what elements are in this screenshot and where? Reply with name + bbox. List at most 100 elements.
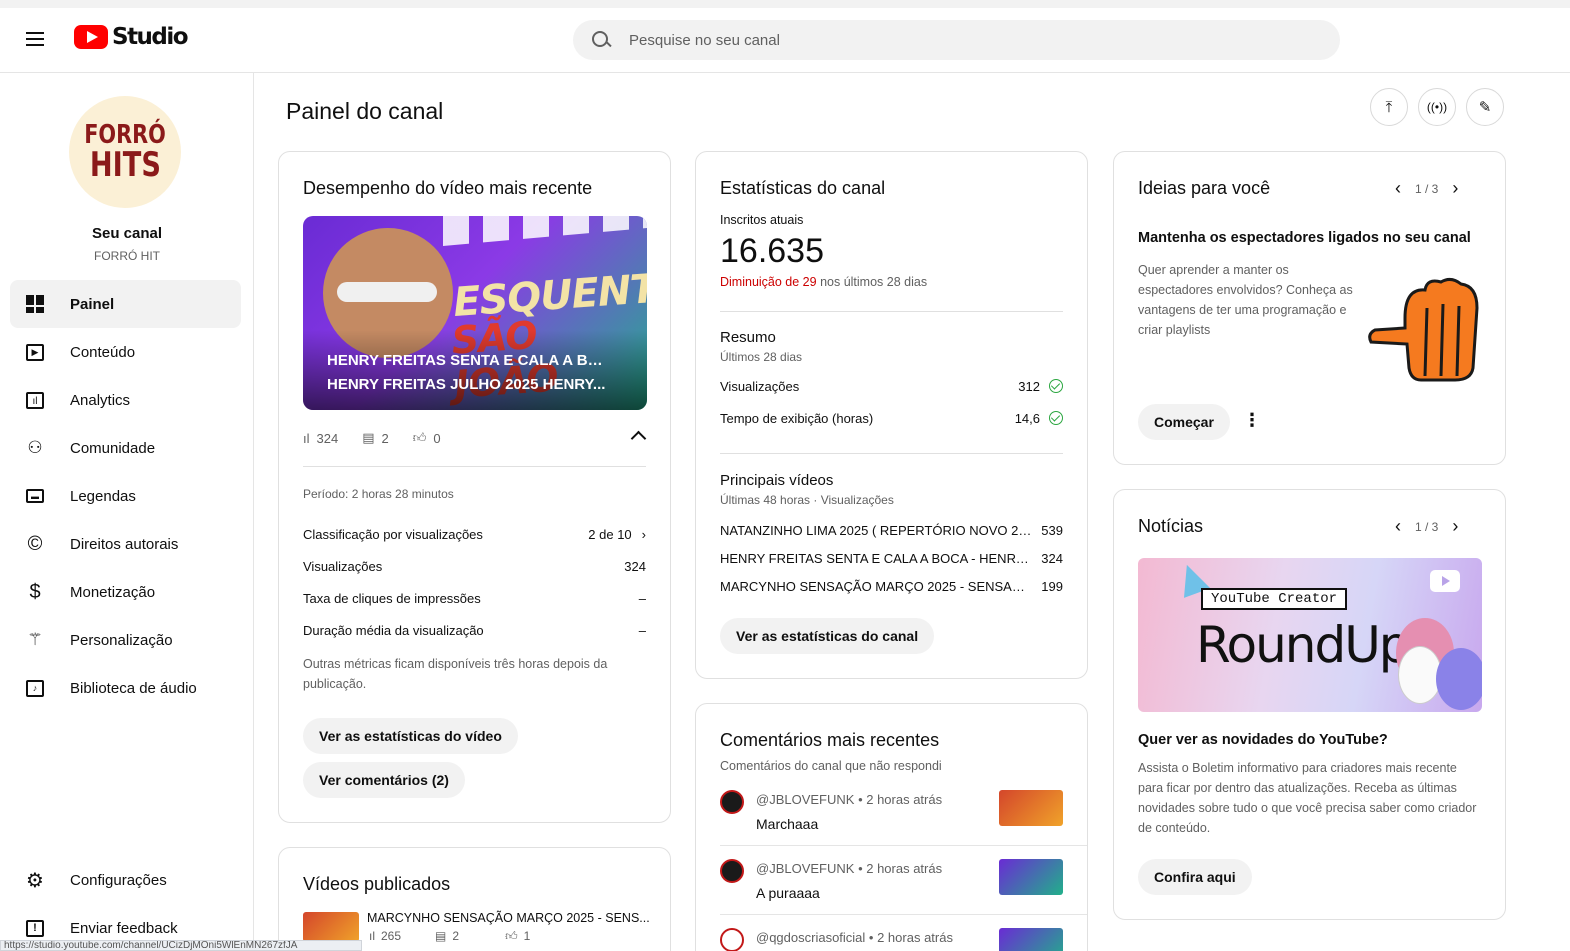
subtitles-icon: ▬ [23,484,47,508]
logo-text: Studio [112,24,189,50]
comment-item[interactable]: @qgdoscriasoficial • 2 horas atrás [720,928,1063,951]
views-count: 324 [316,430,339,446]
magic-wand-icon: ⚚ [27,630,43,649]
chevron-right-icon[interactable]: › [1452,178,1458,199]
search-icon[interactable] [591,30,611,50]
top-videos-subtitle: Últimas 48 horas · Visualizações [720,493,894,507]
video-thumbnail[interactable] [303,912,359,942]
views-icon: ıl [369,929,375,943]
ranking-row[interactable]: Classificação por visualizações 2 de 10 › [303,527,646,542]
top-video-row[interactable]: HENRY FREITAS SENTA E CALA A BOCA - HENR… [720,551,1063,566]
top-video-views: 199 [1041,579,1063,594]
more-options-icon[interactable]: ⋮ [1243,410,1261,431]
summary-subtitle: Últimos 28 dias [720,350,803,364]
metric-label: Visualizações [303,559,383,574]
sidebar-item-label: Legendas [70,487,136,505]
comment-item[interactable]: @JBLOVEFUNK • 2 horas atrás Marchaaa [720,790,1063,850]
comments-count: 2 [381,430,389,446]
audio-library-icon: ♪ [23,676,47,700]
ideas-pager: ‹ 1 / 3 › [1395,178,1458,199]
pager-count: 1 / 3 [1415,519,1439,534]
sidebar-item-legendas[interactable]: ▬ Legendas [10,472,241,520]
news-pager: ‹ 1 / 3 › [1395,516,1458,537]
note-text: Outras métricas ficam disponíveis três h… [303,657,608,691]
status-bar-url: https://studio.youtube.com/channel/UCizD… [0,940,362,951]
change-value: Diminuição de 29 [720,275,817,289]
comments-subtitle: Comentários do canal que não respondi [720,759,942,773]
chevron-up-icon[interactable] [630,430,647,447]
sidebar-item-label: Configurações [70,871,167,889]
subscribers-label: Inscritos atuais [720,213,804,227]
comment-icon: ▤ [435,929,447,943]
published-video-stats: ıl 265 ▤ 2 👍︎ 1 [369,929,530,944]
news-body: Assista o Boletim informativo para criad… [1138,761,1477,835]
published-video-title[interactable]: MARCYNHO SENSAÇÃO MARÇO 2025 - SENS... [367,911,650,925]
divider [720,311,1063,312]
create-post-button[interactable]: ✎ [1466,88,1504,126]
youtube-play-icon [74,25,108,49]
metric-label: Tempo de exibição (horas) [720,411,874,426]
menu-icon[interactable] [22,28,50,52]
comment-meta: @qgdoscriasoficial • 2 horas atrás [756,930,953,945]
news-banner-image[interactable]: YouTube Creator RoundUp [1138,558,1482,712]
avatar [720,928,744,951]
sidebar-item-analytics[interactable]: ıl Analytics [10,376,241,424]
card-title: Vídeos publicados [303,874,451,894]
video-thumbnail[interactable]: ESQUENTA SÃO JOÃO HENRY FREITAS SENTA E … [303,216,647,410]
sidebar-item-label: Comunidade [70,439,156,457]
sidebar-item-comunidade[interactable]: ⚇ Comunidade [10,424,241,472]
comment-item[interactable]: @JBLOVEFUNK • 2 horas atrás A puraaaa [720,859,1063,919]
sidebar-item-painel[interactable]: Painel [10,280,241,328]
view-comments-button[interactable]: Ver comentários (2) [303,762,465,798]
comment-time: 2 horas atrás [877,930,953,945]
news-heading: Quer ver as novidades do YouTube? [1138,732,1388,748]
top-video-title: HENRY FREITAS SENTA E CALA A BOCA - HENR… [720,551,1032,566]
sidebar-item-label: Biblioteca de áudio [70,679,197,697]
caption-line: HENRY FREITAS JULHO 2025 HENRY... [327,376,606,393]
check-news-button[interactable]: Confira aqui [1138,859,1252,895]
comment-author: @qgdoscriasoficial [756,930,866,945]
chevron-right-icon: › [641,527,646,542]
sidebar: FORRÓ HITS Seu canal FORRÓ HIT Painel ▶ … [0,73,254,951]
copyright-icon: © [27,532,43,555]
views-icon: ıl [303,430,310,446]
start-button[interactable]: Começar [1138,404,1230,440]
latest-video-card: Desempenho do vídeo mais recente ESQUENT… [278,151,671,823]
top-video-title: MARCYNHO SENSAÇÃO MARÇO 2025 - SENSAÇÃO … [720,579,1032,594]
sidebar-item-configuracoes[interactable]: ⚙ Configurações [10,856,241,904]
search-input[interactable] [629,31,1309,49]
video-stats-button[interactable]: Ver as estatísticas do vídeo [303,718,518,754]
sidebar-item-biblioteca-audio[interactable]: ♪ Biblioteca de áudio [10,664,241,712]
go-live-button[interactable]: ((•)) [1418,88,1456,126]
card-title: Comentários mais recentes [720,730,940,750]
comment-text: A puraaaa [756,885,820,901]
sidebar-item-direitos-autorais[interactable]: © Direitos autorais [10,520,241,568]
sidebar-item-label: Personalização [70,631,173,649]
recent-comments-card: Comentários mais recentes Comentários do… [695,703,1088,951]
chevron-left-icon[interactable]: ‹ [1395,516,1401,537]
channel-avatar[interactable]: FORRÓ HITS [69,96,181,208]
sidebar-item-conteudo[interactable]: ▶ Conteúdo [10,328,241,376]
sidebar-item-monetizacao[interactable]: $ Monetização [10,568,241,616]
metric-value: – [638,623,646,638]
metric-value: – [638,591,646,606]
upload-button[interactable]: ⤒ [1370,88,1408,126]
top-video-row[interactable]: NATANZINHO LIMA 2025 ( REPERTÓRIO NOVO 2… [720,523,1063,538]
divider [720,845,1087,846]
top-video-row[interactable]: MARCYNHO SENSAÇÃO MARÇO 2025 - SENSAÇÃO … [720,579,1063,594]
search-bar[interactable] [573,20,1340,60]
caption-line: HENRY FREITAS SENTA E CALA A BOCA - [327,352,607,369]
summary-row: Visualizações 312 [720,379,1063,394]
youtube-studio-logo[interactable]: Studio [74,24,189,50]
chevron-right-icon[interactable]: › [1452,516,1458,537]
card-title: Desempenho do vídeo mais recente [303,178,593,198]
card-title: Estatísticas do canal [720,178,886,198]
metric-row: Taxa de cliques de impressões – [303,591,646,606]
community-icon: ⚇ [27,438,43,457]
sidebar-item-personalizacao[interactable]: ⚚ Personalização [10,616,241,664]
channel-stats-button[interactable]: Ver as estatísticas do canal [720,618,935,654]
chevron-left-icon[interactable]: ‹ [1395,178,1401,199]
avatar-logo-text: HITS [89,145,161,185]
views-count: 265 [381,929,402,943]
channel-stats-card: Estatísticas do canal Inscritos atuais 1… [695,151,1088,679]
